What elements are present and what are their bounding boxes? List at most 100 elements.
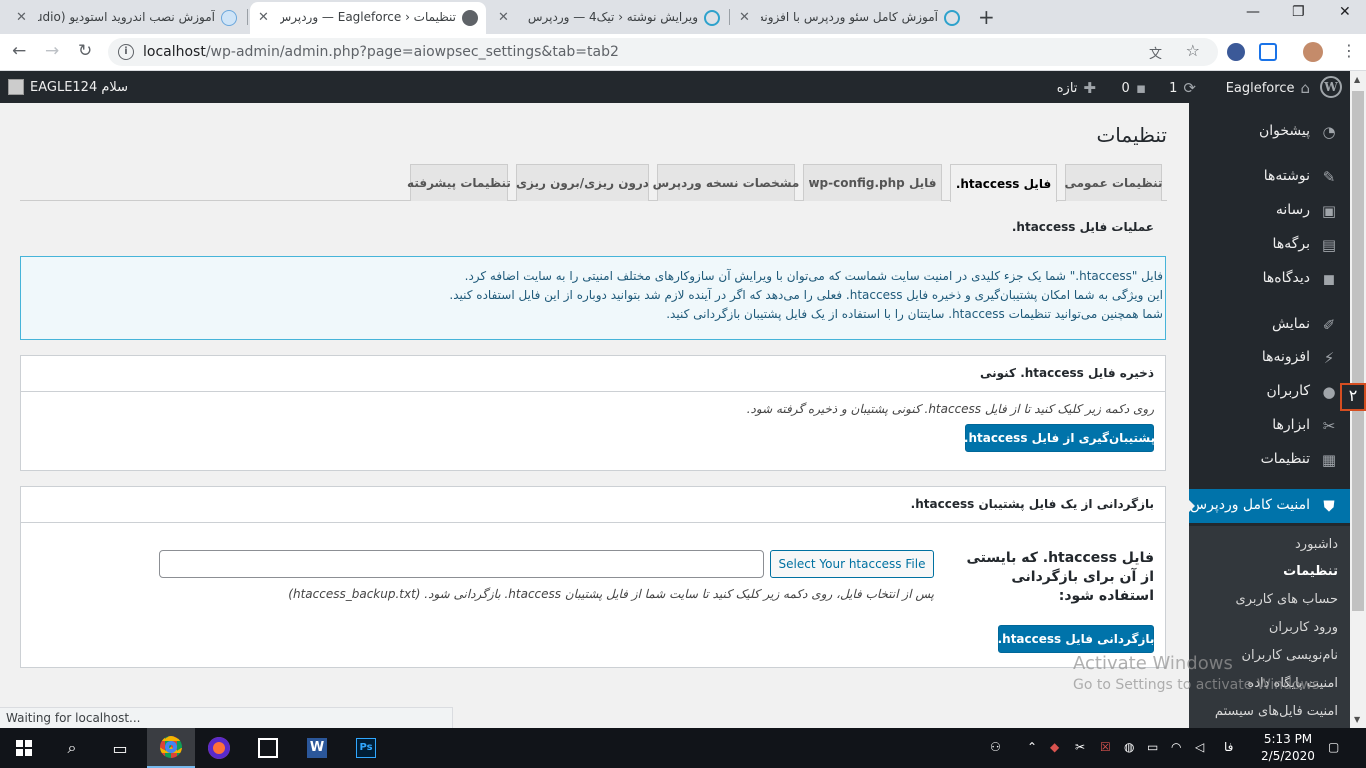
tab-wp-config[interactable]: فایل wp-config.php [803,164,942,201]
sidebar-item-dashboard[interactable]: ◔ پیشخوان [1189,115,1350,149]
notification-badge[interactable]: ٢ [1340,383,1366,411]
restore-htaccess-button[interactable]: بازگردانی فایل htaccess. [998,625,1154,653]
restore-postbox: بازگردانی از یک فایل پشتیبان htaccess. ف… [20,486,1166,668]
submenu-item-login[interactable]: ورود کاربران [1269,620,1338,635]
close-icon[interactable]: ✕ [739,10,750,25]
browser-tab-edit-post[interactable]: ✕ ویرایش نوشته ‹ تیک4 — وردپرس [490,2,728,34]
backup-postbox: ذخیره فایل htaccess. کنونی روی دکمه زیر … [20,355,1166,471]
main-content: تنظیمات تنظیمات عمومی فایل htaccess. فای… [0,103,1189,728]
tab-separator [729,9,730,25]
tab-htaccess[interactable]: فایل htaccess. [950,164,1057,202]
address-bar[interactable]: i localhost/wp-admin/admin.php?page=aiow… [108,38,1218,66]
browser-toolbar: ← → ↻ i localhost/wp-admin/admin.php?pag… [0,34,1366,71]
info-notice: فایل "htaccess." شما یک جزء کلیدی در امن… [20,256,1166,340]
language-indicator[interactable]: فا [1224,740,1233,754]
new-tab-button[interactable]: + [978,5,995,29]
system-clock[interactable]: 5:13 PM 2/5/2020 [1258,731,1318,765]
comments-link[interactable]: ▪ 0 [1122,79,1146,97]
windows-taskbar: ⌕ ▭ W Ps ⚇ ⌃ ◆ ✂ ☒ ◍ ▭ ◠ ◁ فا 5:13 PM 2/… [0,728,1366,768]
sidebar-item-pages[interactable]: ▤ برگه‌ها [1189,228,1350,262]
sidebar-item-users[interactable]: ● کاربران [1189,375,1350,409]
globe-icon [462,10,478,26]
people-icon[interactable]: ⚇ [990,740,1001,754]
close-icon[interactable]: ✕ [258,10,269,25]
chrome-menu-icon[interactable]: ⋮ [1341,41,1357,60]
sidebar-item-appearance[interactable]: ✐ نمایش [1189,308,1350,342]
notifications-icon[interactable]: ▢ [1328,740,1339,754]
browser-tab-seo[interactable]: ✕ آموزش کامل سئو وردپرس با افزونه [731,2,968,34]
scroll-up-icon[interactable]: ▲ [1354,75,1360,84]
loading-icon [944,10,960,26]
sidebar-item-settings[interactable]: ▦ تنظیمات [1189,443,1350,477]
wordpress-logo-icon[interactable]: W [1320,76,1342,98]
wifi-icon[interactable]: ◠ [1171,740,1181,754]
extension-globe-icon[interactable] [1227,43,1245,61]
submenu-item-accounts[interactable]: حساب های کاربری [1236,592,1338,607]
chrome-icon[interactable] [147,728,195,768]
tray-app-icon[interactable]: ◆ [1050,740,1059,754]
select-htaccess-file-button[interactable]: Select Your htaccess File [770,550,934,578]
updates-icon: ⟳ [1183,79,1196,97]
battery-icon[interactable]: ▭ [1147,740,1158,754]
tray-globe-icon[interactable]: ◍ [1124,740,1134,754]
appearance-icon: ✐ [1322,316,1336,334]
tab-general[interactable]: تنظیمات عمومی [1064,164,1163,201]
scrollbar-thumb[interactable] [1352,91,1364,611]
sidebar-item-security[interactable]: ⛊ امنیت کامل وردپرس [1189,489,1350,523]
minimize-icon[interactable]: — [1246,4,1260,20]
sidebar-item-tools[interactable]: ✂ ابزارها [1189,409,1350,443]
submenu-item-settings[interactable]: تنظیمات [1283,564,1338,579]
plugins-icon: ⚡ [1323,349,1335,367]
tab-wp-version[interactable]: مشخصات نسخه وردپرس [653,164,799,201]
maximize-icon[interactable]: ❐ [1292,4,1305,20]
extension-icon[interactable] [1259,43,1277,61]
my-account-link[interactable]: سلام EAGLE124 [8,79,128,95]
favicon-icon [221,10,237,26]
submenu-item-dashboard[interactable]: داشبورد [1295,537,1338,552]
submenu-item-registration[interactable]: نام‌نویسی کاربران [1241,648,1338,663]
sidebar-item-comments[interactable]: ◼ دیدگاه‌ها [1189,262,1350,296]
sidebar-item-plugins[interactable]: ⚡ افزونه‌ها [1189,341,1350,375]
updates-link[interactable]: ⟳ 1 [1169,79,1196,97]
tray-close-icon[interactable]: ☒ [1100,740,1111,754]
browser-tab-settings[interactable]: ✕ تنظیمات ‹ Eagleforce — وردپرس [250,2,486,34]
forward-icon[interactable]: → [45,41,59,61]
url-text: localhost/wp-admin/admin.php?page=aiowps… [143,44,619,60]
task-view-icon[interactable]: ▭ [96,728,144,768]
scroll-down-icon[interactable]: ▼ [1354,715,1360,724]
site-info-icon[interactable]: i [118,44,134,60]
close-icon[interactable]: ✕ [498,10,509,25]
firefox-icon[interactable] [195,728,243,768]
site-name-link[interactable]: ⌂ Eagleforce [1226,79,1310,97]
word-icon[interactable]: W [293,728,341,768]
search-icon[interactable]: ⌕ [48,728,96,768]
submenu-item-filesystem[interactable]: امنیت فایل‌های سیستم [1215,704,1338,719]
htaccess-file-input[interactable] [159,550,764,578]
browser-status-bubble: Waiting for localhost... [0,707,453,728]
profile-avatar[interactable] [1303,42,1323,62]
windows-start-icon[interactable] [16,740,32,756]
close-window-icon[interactable]: ✕ [1339,4,1351,20]
new-content-link[interactable]: ✚ تازه [1057,79,1096,97]
photoshop-icon[interactable]: Ps [342,728,390,768]
back-icon[interactable]: ← [12,41,26,61]
activate-windows-hint: Go to Settings to activate Windows. [1073,677,1324,693]
sidebar-item-posts[interactable]: ✎ نوشته‌ها [1189,160,1350,194]
sidebar-item-media[interactable]: ▣ رسانه [1189,194,1350,228]
pin-icon: ✎ [1322,168,1336,186]
app-icon[interactable] [244,728,292,768]
tab-import-export[interactable]: درون ریزی/برون ریزی [516,164,649,201]
bookmark-star-icon[interactable]: ☆ [1186,41,1200,60]
volume-icon[interactable]: ◁ [1195,740,1204,754]
tray-tool-icon[interactable]: ✂ [1075,740,1085,754]
tab-advanced[interactable]: تنظیمات پیشرفته [407,164,511,201]
avatar [8,79,24,95]
close-icon[interactable]: ✕ [16,10,27,25]
tray-arrow-icon[interactable]: ⌃ [1027,740,1037,754]
restore-box-title: بازگردانی از یک فایل پشتیبان htaccess. [21,487,1165,523]
translate-icon[interactable]: 文 [1149,43,1162,62]
backup-htaccess-button[interactable]: پشتیبان‌گیری از فایل htaccess. [964,424,1155,452]
tab-separator [247,9,248,25]
browser-tab-android-studio[interactable]: ✕ آموزش نصب اندروید استودیو (studio [8,2,245,34]
reload-icon[interactable]: ↻ [78,41,92,61]
